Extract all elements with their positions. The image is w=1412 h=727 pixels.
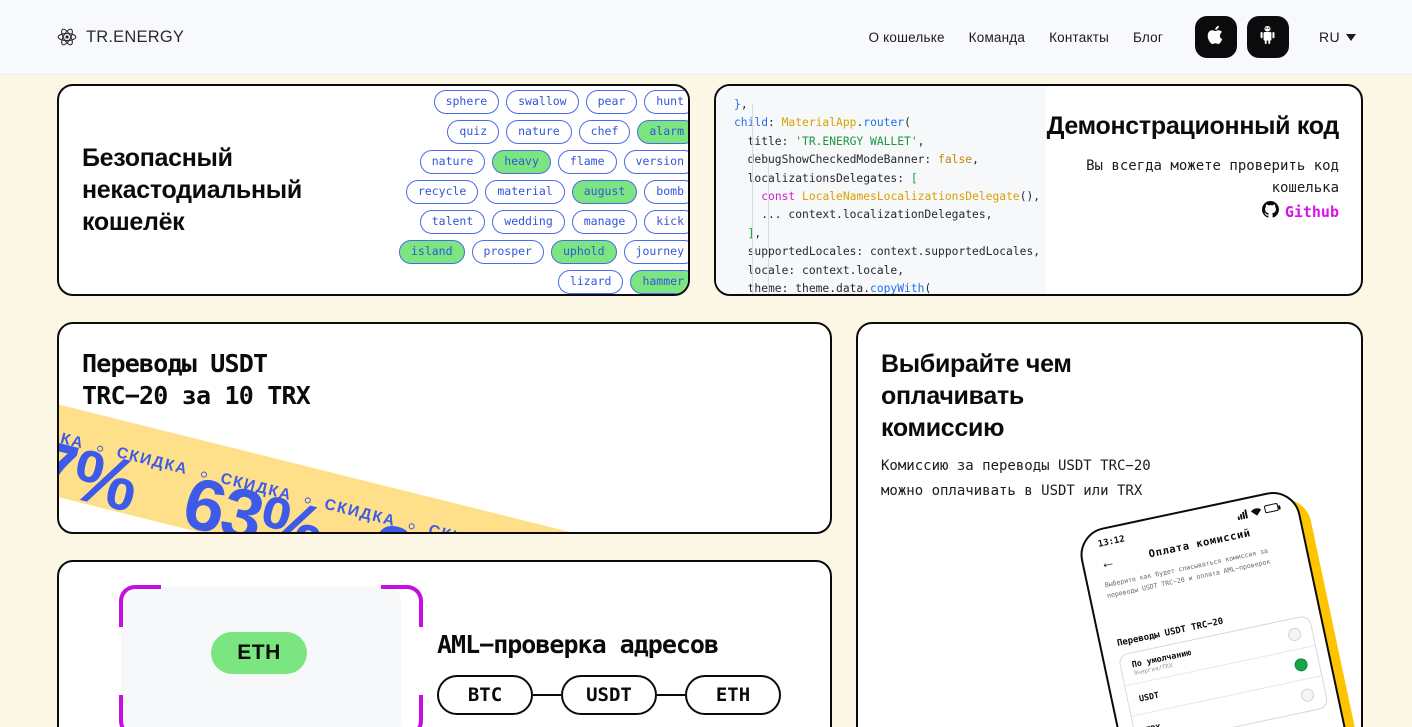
nav-item-team[interactable]: Команда bbox=[969, 30, 1025, 45]
scan-bracket-bottom-right-icon bbox=[381, 695, 423, 727]
scan-bracket-top-right-icon bbox=[381, 585, 423, 627]
card-usdt-transfers-promo: СКИДКА СКИДКА СКИДКА СКИДКА СКИДКА СКИДК… bbox=[57, 322, 832, 534]
coin-connector bbox=[533, 694, 561, 696]
seed-word-chip[interactable]: uphold bbox=[550, 240, 617, 264]
github-icon bbox=[1261, 201, 1279, 223]
card-aml-check: ETH AML−проверка адресов BTC USDT ETH bbox=[57, 560, 832, 727]
brand-name: TR.ENERGY bbox=[86, 27, 185, 46]
seed-word-chip[interactable]: sphere bbox=[433, 90, 500, 114]
dot-separator-icon bbox=[200, 470, 208, 479]
seed-word-chip[interactable]: manage bbox=[571, 210, 638, 234]
demo-code-text: Демонстрационный код Вы всегда можете пр… bbox=[1029, 110, 1340, 223]
seed-word-chip[interactable]: heavy bbox=[492, 150, 551, 174]
seed-word-chip[interactable]: quiz bbox=[447, 120, 500, 144]
site-header: TR.ENERGY О кошельке Команда Контакты Бл… bbox=[0, 0, 1412, 75]
dot-separator-icon bbox=[304, 496, 312, 505]
seed-word-chip[interactable]: hunt bbox=[644, 90, 688, 114]
seed-word-chip[interactable]: version bbox=[623, 150, 688, 174]
seed-word-chip[interactable]: bomb bbox=[644, 180, 688, 204]
chevron-down-icon bbox=[1346, 33, 1356, 41]
seed-word-chip[interactable]: nature bbox=[506, 120, 572, 144]
wifi-icon bbox=[1250, 507, 1262, 516]
nav-item-blog[interactable]: Блог bbox=[1133, 30, 1163, 45]
seed-word-chip[interactable]: chef bbox=[578, 120, 631, 144]
phone-option-label: TRX bbox=[1145, 722, 1162, 727]
seed-word-chip[interactable]: wedding bbox=[492, 210, 565, 234]
coin-chip-btc[interactable]: BTC bbox=[437, 675, 533, 715]
card-secure-wallet: Безопасный некастодиальный кошелёк regio… bbox=[57, 84, 690, 296]
seed-word-chip[interactable]: lizard bbox=[557, 270, 624, 294]
seed-word-chip[interactable]: august bbox=[571, 180, 638, 204]
signal-icon bbox=[1237, 508, 1248, 520]
scan-bracket-bottom-left-icon bbox=[119, 695, 161, 727]
seed-word-chip[interactable]: talent bbox=[419, 210, 486, 234]
scan-bracket-top-left-icon bbox=[119, 585, 161, 627]
coin-chip-usdt[interactable]: USDT bbox=[561, 675, 657, 715]
brand-logo[interactable]: TR.ENERGY bbox=[57, 27, 184, 47]
phone-status-icons bbox=[1236, 502, 1280, 520]
seed-word-chip[interactable]: hammer bbox=[630, 270, 688, 294]
seed-word-chip[interactable]: material bbox=[485, 180, 565, 204]
phone-screen: 13:12 ← Оплата комиссий Выберите как буд… bbox=[1075, 486, 1357, 727]
nav-item-about[interactable]: О кошельке bbox=[868, 30, 944, 45]
fee-subtitle: Комиссию за переводы USDT TRC−20 можно о… bbox=[881, 458, 1151, 499]
seed-word-chip[interactable]: journey bbox=[623, 240, 688, 264]
phone-mockup: 13:12 ← Оплата комиссий Выберите как буд… bbox=[1075, 485, 1361, 727]
github-link[interactable]: Github bbox=[1029, 201, 1339, 223]
github-label: Github bbox=[1284, 203, 1339, 221]
google-play-button[interactable] bbox=[1246, 16, 1289, 58]
dot-separator-icon bbox=[408, 522, 416, 531]
card-demo-code: }, child: MaterialApp.router( title: 'TR… bbox=[714, 84, 1363, 296]
page-root: TR.ENERGY О кошельке Команда Контакты Бл… bbox=[0, 0, 1412, 727]
promo-clip: СКИДКА СКИДКА СКИДКА СКИДКА СКИДКА СКИДК… bbox=[59, 324, 830, 532]
seed-word-chip[interactable]: pear bbox=[585, 90, 638, 114]
fee-title: Выбирайте чем оплачивать комиссию bbox=[881, 350, 1072, 442]
seed-word-chip[interactable]: prosper bbox=[471, 240, 544, 264]
secure-wallet-title: Безопасный некастодиальный кошелёк bbox=[82, 144, 302, 236]
language-selector[interactable]: RU bbox=[1319, 29, 1356, 45]
seed-word-chip[interactable]: alarm bbox=[637, 120, 688, 144]
nav-links: О кошельке Команда Контакты Блог bbox=[868, 30, 1162, 45]
seed-word-chip[interactable]: swallow bbox=[506, 90, 579, 114]
phone-clock: 13:12 bbox=[1097, 534, 1126, 550]
battery-icon bbox=[1263, 502, 1280, 514]
code-snippet-pane: }, child: MaterialApp.router( title: 'TR… bbox=[716, 86, 1046, 294]
android-icon bbox=[1258, 24, 1277, 50]
store-buttons bbox=[1194, 16, 1289, 58]
demo-code-paragraph: Вы всегда можете проверить код кошелька bbox=[1086, 158, 1339, 196]
aml-coin-row: BTC USDT ETH bbox=[437, 675, 781, 715]
seed-word-chip[interactable]: flame bbox=[557, 150, 617, 174]
card-fee-choice: Выбирайте чем оплачивать комиссию Комисс… bbox=[856, 322, 1363, 727]
aml-eth-badge: ETH bbox=[211, 632, 307, 674]
apple-icon bbox=[1206, 24, 1226, 51]
apple-store-button[interactable] bbox=[1194, 16, 1237, 58]
radio-button[interactable] bbox=[1286, 626, 1303, 642]
promo-title: Переводы USDT TRC−20 за 10 TRX bbox=[82, 348, 311, 412]
radio-button-selected[interactable] bbox=[1293, 656, 1309, 673]
header-nav: О кошельке Команда Контакты Блог RU bbox=[868, 16, 1356, 58]
seed-word-chip[interactable]: nature bbox=[419, 150, 486, 174]
promo-title-line2: TRC−20 за 10 TRX bbox=[82, 381, 311, 410]
seed-word-chip[interactable]: kick bbox=[644, 210, 688, 234]
coin-connector bbox=[657, 694, 685, 696]
atom-icon bbox=[57, 27, 77, 47]
aml-title: AML−проверка адресов bbox=[437, 630, 719, 659]
phone-option-label: USDT bbox=[1138, 689, 1160, 704]
demo-code-title: Демонстрационный код bbox=[1046, 112, 1340, 140]
nav-item-contacts[interactable]: Контакты bbox=[1049, 30, 1109, 45]
dot-separator-icon bbox=[96, 445, 104, 453]
seed-word-chip[interactable]: recycle bbox=[405, 180, 479, 204]
seed-word-chip[interactable]: island bbox=[398, 240, 465, 264]
radio-button[interactable] bbox=[1299, 687, 1316, 703]
coin-chip-eth[interactable]: ETH bbox=[685, 675, 781, 715]
language-label: RU bbox=[1318, 29, 1340, 45]
promo-title-line1: Переводы USDT bbox=[82, 349, 268, 378]
seed-phrase-chip-list: regionnightguarddivertsphereswallowpearh… bbox=[386, 86, 688, 294]
code-snippet: }, child: MaterialApp.router( title: 'TR… bbox=[734, 98, 1041, 294]
